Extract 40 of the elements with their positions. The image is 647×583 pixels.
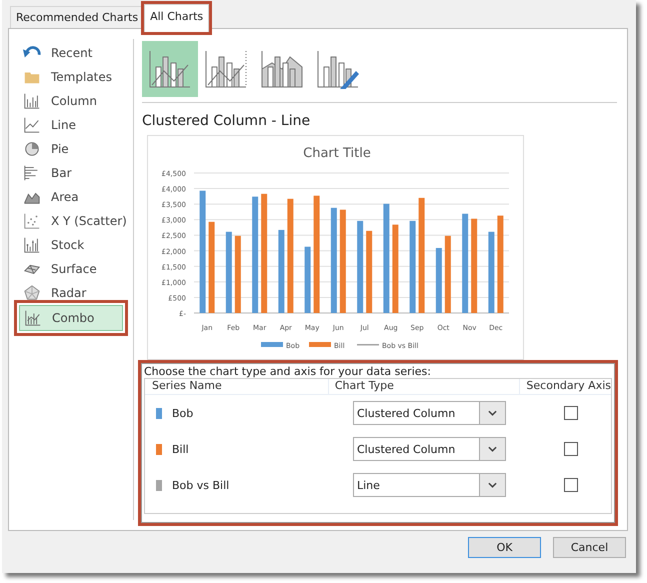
line-chart-icon [23, 116, 41, 134]
column-chart-icon [23, 92, 41, 110]
chart-type-dropdown[interactable]: Clustered Column [353, 401, 506, 425]
tab[interactable]: All Charts [144, 4, 210, 32]
combo-chart-icon [24, 309, 42, 327]
series-name: Bob vs Bill [172, 478, 230, 492]
pie-chart-icon [23, 140, 41, 158]
chart-subtype-title: Clustered Column - Line [142, 113, 312, 129]
chevron-down-icon [488, 446, 497, 452]
sidebar-item[interactable]: Column [19, 89, 127, 113]
scatter-chart-icon [23, 212, 41, 230]
sidebar-item[interactable]: X Y (Scatter) [19, 209, 127, 233]
sidebar-item[interactable]: Pie [19, 137, 127, 161]
chart-type-dropdown[interactable]: Line [353, 473, 506, 497]
instruction-text: Choose the chart type and axis for your data series: [144, 365, 432, 378]
column-header: Secondary Axis [519, 379, 611, 394]
sidebar-item[interactable]: Line [19, 113, 127, 137]
sidebar-item[interactable]: Surface [19, 257, 127, 281]
chart-title: Chart Title [303, 146, 371, 161]
column-header: Series Name [151, 379, 223, 394]
cancel-button[interactable]: Cancel [553, 537, 626, 558]
chevron-down-icon [488, 410, 497, 416]
sidebar-item[interactable]: Templates [19, 65, 127, 89]
stock-chart-icon [23, 236, 41, 254]
secondary-axis-checkbox[interactable] [564, 478, 578, 492]
sidebar-item[interactable]: Recent [19, 41, 127, 65]
secondary-axis-checkbox[interactable] [564, 406, 578, 420]
series-name: Bill [172, 442, 189, 456]
chevron-down-icon [488, 482, 497, 488]
secondary-axis-checkbox[interactable] [564, 442, 578, 456]
sidebar-item[interactable]: Area [19, 185, 127, 209]
chart-type-dropdown[interactable]: Clustered Column [353, 437, 506, 461]
column-header: Chart Type [328, 379, 520, 394]
radar-chart-icon [23, 284, 41, 302]
series-name: Bob [172, 406, 194, 420]
sidebar-item[interactable]: Radar [19, 281, 127, 305]
ok-button[interactable]: OK [468, 537, 541, 558]
sidebar-item[interactable]: Bar [19, 161, 127, 185]
sidebar-item[interactable]: Stock [19, 233, 127, 257]
chart-subtype-thumbnail[interactable] [142, 41, 198, 97]
